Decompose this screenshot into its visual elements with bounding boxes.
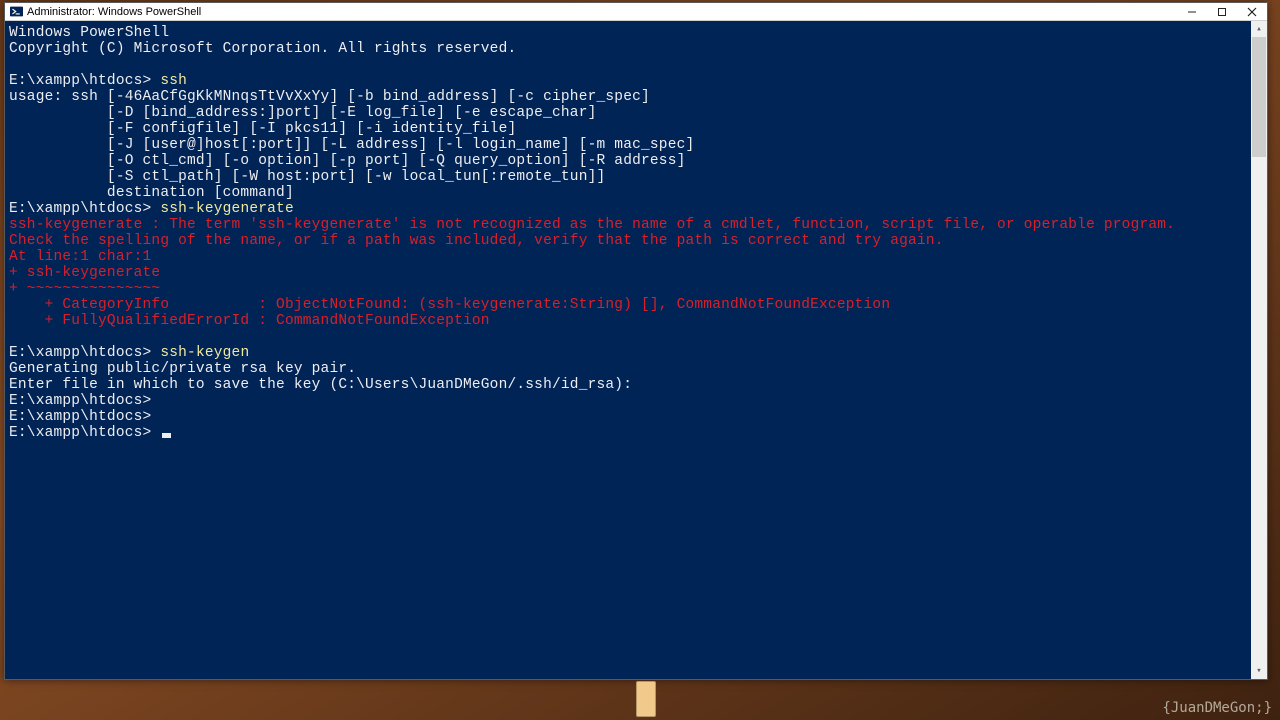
- cursor: [162, 433, 171, 438]
- window-title: Administrator: Windows PowerShell: [27, 6, 201, 18]
- banner-line: Windows PowerShell: [9, 25, 169, 41]
- error-line: At line:1 char:1: [9, 249, 151, 265]
- taskbar-active-indicator[interactable]: [636, 681, 656, 717]
- scrollbar-arrow-down-icon[interactable]: ▾: [1251, 663, 1267, 679]
- terminal-area: Windows PowerShell Copyright (C) Microso…: [5, 21, 1267, 679]
- error-line: + ~~~~~~~~~~~~~~~: [9, 281, 160, 297]
- minimize-button[interactable]: [1177, 3, 1207, 21]
- close-button[interactable]: [1237, 3, 1267, 21]
- output-line: Enter file in which to save the key (C:\…: [9, 377, 632, 393]
- maximize-button[interactable]: [1207, 3, 1237, 21]
- command-input: ssh-keygen: [160, 345, 249, 361]
- output-line: usage: ssh [-46AaCfGgKkMNnqsTtVvXxYy] [-…: [9, 89, 650, 105]
- prompt: E:\xampp\htdocs>: [9, 393, 151, 409]
- scrollbar-arrow-up-icon[interactable]: ▴: [1251, 21, 1267, 37]
- scrollbar-track[interactable]: [1251, 37, 1267, 663]
- command-input: ssh-keygenerate: [160, 201, 294, 217]
- powershell-icon: [9, 5, 23, 19]
- output-line: [-O ctl_cmd] [-o option] [-p port] [-Q q…: [9, 153, 686, 169]
- error-line: + FullyQualifiedErrorId : CommandNotFoun…: [9, 313, 490, 329]
- output-line: [-S ctl_path] [-W host:port] [-w local_t…: [9, 169, 605, 185]
- terminal-output[interactable]: Windows PowerShell Copyright (C) Microso…: [5, 21, 1251, 679]
- prompt: E:\xampp\htdocs>: [9, 345, 151, 361]
- scrollbar-thumb[interactable]: [1252, 37, 1266, 157]
- command-input: ssh: [160, 73, 187, 89]
- powershell-window: Administrator: Windows PowerShell Window…: [4, 2, 1268, 680]
- error-line: Check the spelling of the name, or if a …: [9, 233, 944, 249]
- output-line: [-J [user@]host[:port]] [-L address] [-l…: [9, 137, 694, 153]
- vertical-scrollbar[interactable]: ▴ ▾: [1251, 21, 1267, 679]
- error-line: + CategoryInfo : ObjectNotFound: (ssh-ke…: [9, 297, 890, 313]
- error-line: ssh-keygenerate : The term 'ssh-keygener…: [9, 217, 1175, 233]
- prompt: E:\xampp\htdocs>: [9, 73, 151, 89]
- watermark: {JuanDMeGon;}: [1162, 700, 1272, 716]
- banner-line: Copyright (C) Microsoft Corporation. All…: [9, 41, 516, 57]
- prompt: E:\xampp\htdocs>: [9, 425, 151, 441]
- output-line: [-F configfile] [-I pkcs11] [-i identity…: [9, 121, 516, 137]
- error-line: + ssh-keygenerate: [9, 265, 160, 281]
- output-line: destination [command]: [9, 185, 294, 201]
- title-bar[interactable]: Administrator: Windows PowerShell: [5, 3, 1267, 21]
- prompt: E:\xampp\htdocs>: [9, 201, 151, 217]
- output-line: [-D [bind_address:]port] [-E log_file] […: [9, 105, 597, 121]
- output-line: Generating public/private rsa key pair.: [9, 361, 356, 377]
- prompt: E:\xampp\htdocs>: [9, 409, 151, 425]
